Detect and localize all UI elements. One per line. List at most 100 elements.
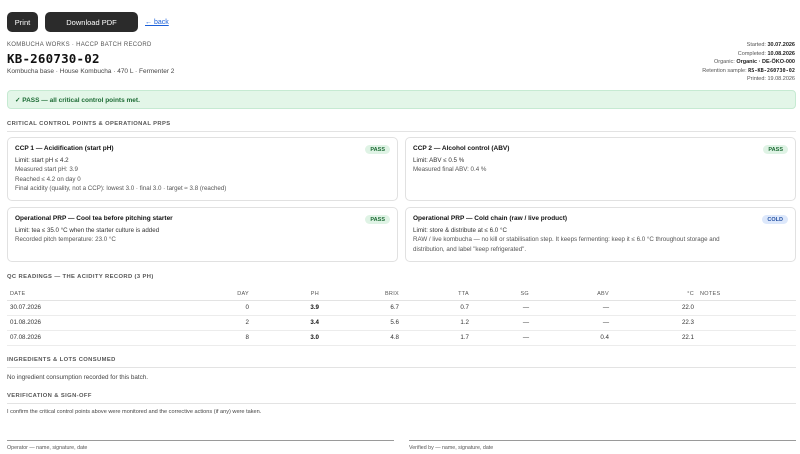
divider <box>7 367 796 368</box>
card-title: CCP 2 — Alcohol control (ABV) <box>413 145 510 152</box>
column-header: °C <box>612 288 697 301</box>
ph-cell: 3.9 <box>252 300 322 316</box>
column-header: TTA <box>402 288 472 301</box>
printed-row: Printed: 19.08.2026 <box>702 75 795 84</box>
card-line: Measured final ABV: 0.4 % <box>413 166 487 174</box>
date-cell: 07.08.2026 <box>7 330 167 346</box>
abv-cell: — <box>532 300 612 316</box>
toolbar: Print Download PDF ← back <box>7 12 169 32</box>
completed-value: 10.08.2026 <box>767 50 795 57</box>
batch-meta: Started: 30.07.2026 Completed: 10.08.202… <box>702 41 795 84</box>
brix-cell: 6.7 <box>322 300 402 316</box>
verification-section-title: VERIFICATION & SIGN-OFF <box>7 393 92 399</box>
started-value: 30.07.2026 <box>767 42 795 48</box>
printed-label: Printed: <box>746 76 766 83</box>
sg-cell: — <box>472 315 532 331</box>
organic-value: Organic · DE-ÖKO-000 <box>736 59 795 66</box>
print-button[interactable]: Print <box>7 12 38 32</box>
card-line: Final acidity (quality, not a CCP): lowe… <box>15 184 227 192</box>
started-row: Started: 30.07.2026 <box>702 41 795 50</box>
card-line: Recorded pitch temperature: 23.0 °C <box>15 236 116 244</box>
table-row: 30.07.2026 0 3.9 6.7 0.7 — — 22.0 <box>7 300 796 316</box>
ccp-section-title: CRITICAL CONTROL POINTS & OPERATIONAL PR… <box>7 121 171 127</box>
column-header: PH <box>252 288 322 301</box>
completed-row: Completed: 10.08.2026 <box>702 50 795 59</box>
ingredients-section-title: INGREDIENTS & LOTS CONSUMED <box>7 357 116 363</box>
retention-row: Retention sample: RS-KB-260730-02 <box>702 67 795 76</box>
download-pdf-button[interactable]: Download PDF <box>45 12 138 32</box>
card-line: Limit: start pH ≤ 4.2 <box>15 157 69 164</box>
column-header: DATE <box>7 288 167 301</box>
card-line: distribution, and label "keep refrigerat… <box>413 245 527 253</box>
column-header: DAY <box>167 288 252 301</box>
status-badge: PASS <box>365 145 390 154</box>
ccp-card-acidification: CCP 1 — Acidification (start pH) PASS Li… <box>7 137 398 201</box>
sg-cell: — <box>472 330 532 346</box>
prp-card-cold-chain: Operational PRP — Cold chain (raw / live… <box>405 207 796 262</box>
notes-cell <box>697 315 796 331</box>
notes-cell <box>697 330 796 346</box>
temp-cell: 22.0 <box>612 300 697 316</box>
brix-cell: 5.6 <box>322 315 402 331</box>
divider <box>7 131 796 132</box>
qc-section-title: QC READINGS — THE ACIDITY RECORD (3 PH) <box>7 274 154 280</box>
ph-cell: 3.4 <box>252 315 322 331</box>
document-kicker: KOMBUCHA WORKS · HACCP BATCH RECORD <box>7 42 152 48</box>
brix-cell: 4.8 <box>322 330 402 346</box>
card-line: Measured start pH: 3.9 <box>15 166 78 174</box>
card-line: Limit: store & distribute at ≤ 6.0 °C <box>413 227 507 234</box>
status-badge: PASS <box>763 145 788 154</box>
tta-cell: 1.2 <box>402 315 472 331</box>
day-cell: 8 <box>167 330 252 346</box>
card-line: Reached ≤ 4.2 on day 0 <box>15 175 81 183</box>
card-line: Limit: tea ≤ 35.0 °C when the starter cu… <box>15 227 160 234</box>
tta-cell: 1.7 <box>402 330 472 346</box>
status-badge: COLD <box>762 215 788 224</box>
date-cell: 01.08.2026 <box>7 315 167 331</box>
abv-cell: 0.4 <box>532 330 612 346</box>
batch-id: KB-260730-02 <box>7 51 100 66</box>
prp-card-cool-tea: Operational PRP — Cool tea before pitchi… <box>7 207 398 262</box>
organic-label: Organic: <box>713 59 735 66</box>
column-header: SG <box>472 288 532 301</box>
pass-banner: ✓ PASS — all critical control points met… <box>7 90 796 109</box>
operator-signature-label: Operator — name, signature, date <box>7 445 88 451</box>
printed-value: 19.08.2026 <box>767 76 795 83</box>
back-link[interactable]: ← back <box>145 19 169 26</box>
organic-row: Organic: Organic · DE-ÖKO-000 <box>702 58 795 67</box>
verification-statement: I confirm the critical control points ab… <box>7 409 262 415</box>
card-title: CCP 1 — Acidification (start pH) <box>15 145 114 152</box>
operator-signature-line[interactable] <box>7 440 394 441</box>
started-label: Started: <box>746 42 766 48</box>
ph-cell: 3.0 <box>252 330 322 346</box>
tta-cell: 0.7 <box>402 300 472 316</box>
status-badge: PASS <box>365 215 390 224</box>
verifier-signature-label: Verified by — name, signature, date <box>409 445 494 451</box>
table-header-row: DATE DAY PH BRIX TTA SG ABV °C NOTES <box>7 288 796 301</box>
day-cell: 0 <box>167 300 252 316</box>
notes-cell <box>697 300 796 316</box>
ccp-card-alcohol: CCP 2 — Alcohol control (ABV) PASS Limit… <box>405 137 796 201</box>
temp-cell: 22.3 <box>612 315 697 331</box>
column-header: NOTES <box>697 288 796 301</box>
card-line: RAW / live kombucha — no kill or stabili… <box>413 236 720 244</box>
temp-cell: 22.1 <box>612 330 697 346</box>
table-row: 07.08.2026 8 3.0 4.8 1.7 — 0.4 22.1 <box>7 330 796 346</box>
card-line: Limit: ABV ≤ 0.5 % <box>413 157 465 164</box>
retention-label: Retention sample: <box>702 67 747 74</box>
sg-cell: — <box>472 300 532 316</box>
verifier-signature-line[interactable] <box>409 440 796 441</box>
qc-readings-table: DATE DAY PH BRIX TTA SG ABV °C NOTES 30.… <box>7 288 796 346</box>
completed-label: Completed: <box>737 50 766 57</box>
retention-value: RS-KB-260730-02 <box>748 67 795 74</box>
batch-subtitle: Kombucha base · House Kombucha · 470 L ·… <box>7 68 175 75</box>
column-header: BRIX <box>322 288 402 301</box>
column-header: ABV <box>532 288 612 301</box>
date-cell: 30.07.2026 <box>7 300 167 316</box>
divider <box>7 403 796 404</box>
day-cell: 2 <box>167 315 252 331</box>
card-title: Operational PRP — Cold chain (raw / live… <box>413 215 568 222</box>
table-row: 01.08.2026 2 3.4 5.6 1.2 — — 22.3 <box>7 315 796 331</box>
ingredients-empty-text: No ingredient consumption recorded for t… <box>7 374 149 381</box>
abv-cell: — <box>532 315 612 331</box>
